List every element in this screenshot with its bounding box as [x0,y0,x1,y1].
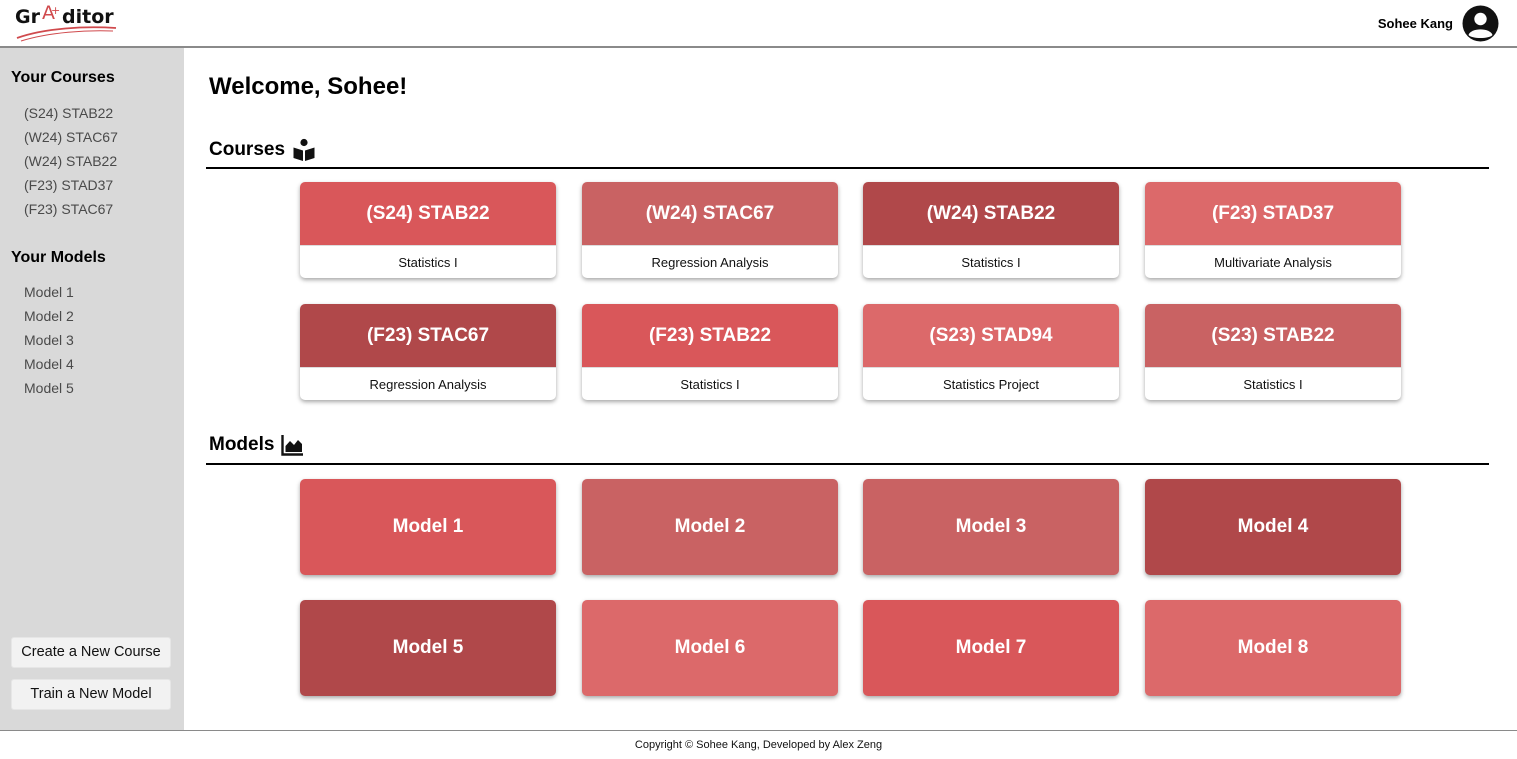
sidebar-course-list: (S24) STAB22 (W24) STAC67 (W24) STAB22 (… [24,101,118,221]
sidebar: Your Courses (S24) STAB22 (W24) STAC67 (… [0,48,184,730]
course-card[interactable]: (W24) STAB22 Statistics I [863,182,1119,278]
train-model-button[interactable]: Train a New Model [11,679,171,710]
graditor-logo[interactable]: Gr A + ditor [15,2,119,44]
user-circle-icon[interactable] [1462,5,1499,42]
course-card-name: Statistics I [863,245,1119,278]
models-title-text: Models [209,434,275,455]
copyright-text: Copyright © Sohee Kang, Developed by Ale… [634,739,883,751]
reading-book-icon [293,138,315,161]
model-card[interactable]: Model 2 [582,479,838,575]
courses-section-title: Courses [209,138,316,162]
course-card-code: (S24) STAB22 [300,182,556,245]
model-card[interactable]: Model 5 [300,600,556,696]
sidebar-item-course[interactable]: (F23) STAD37 [24,173,118,197]
main-content: Welcome, Sohee! Courses (S24) STAB22 Sta… [184,48,1517,730]
user-name: Sohee Kang [1377,15,1453,31]
course-card-code: (S23) STAD94 [863,304,1119,367]
course-card-name: Statistics I [1145,367,1401,400]
svg-text:+: + [51,4,60,17]
sidebar-item-model[interactable]: Model 3 [24,328,74,352]
sidebar-model-list: Model 1 Model 2 Model 3 Model 4 Model 5 [24,280,74,400]
course-card[interactable]: (W24) STAC67 Regression Analysis [582,182,838,278]
svg-text:Gr: Gr [15,6,41,28]
course-card-name: Regression Analysis [582,245,838,278]
model-card[interactable]: Model 1 [300,479,556,575]
sidebar-item-model[interactable]: Model 1 [24,280,74,304]
sidebar-item-course[interactable]: (S24) STAB22 [24,101,118,125]
sidebar-item-course[interactable]: (W24) STAB22 [24,149,118,173]
course-card-code: (W24) STAB22 [863,182,1119,245]
course-card-name: Statistics Project [863,367,1119,400]
sidebar-item-course[interactable]: (W24) STAC67 [24,125,118,149]
course-card[interactable]: (F23) STAD37 Multivariate Analysis [1145,182,1401,278]
footer: Copyright © Sohee Kang, Developed by Ale… [0,730,1517,758]
svg-text:ditor: ditor [62,6,114,28]
model-card[interactable]: Model 6 [582,600,838,696]
logo-swoosh-icon: Gr A + ditor [15,2,117,42]
welcome-heading: Welcome, Sohee! [209,73,408,100]
courses-divider [206,167,1489,169]
app-header: Gr A + ditor Sohee Kang [0,0,1517,48]
create-course-button[interactable]: Create a New Course [11,637,171,668]
model-card[interactable]: Model 7 [863,600,1119,696]
your-models-heading: Your Models [11,249,106,266]
course-card-name: Regression Analysis [300,367,556,400]
course-card[interactable]: (F23) STAC67 Regression Analysis [300,304,556,400]
course-card[interactable]: (F23) STAB22 Statistics I [582,304,838,400]
model-card[interactable]: Model 4 [1145,479,1401,575]
course-card-code: (F23) STAC67 [300,304,556,367]
course-card[interactable]: (S24) STAB22 Statistics I [300,182,556,278]
sidebar-item-model[interactable]: Model 5 [24,376,74,400]
courses-title-text: Courses [209,139,286,160]
course-card-code: (F23) STAB22 [582,304,838,367]
course-card-code: (F23) STAD37 [1145,182,1401,245]
course-card-name: Statistics I [582,367,838,400]
your-courses-heading: Your Courses [11,69,115,86]
course-card[interactable]: (S23) STAB22 Statistics I [1145,304,1401,400]
model-card[interactable]: Model 3 [863,479,1119,575]
model-card[interactable]: Model 8 [1145,600,1401,696]
sidebar-item-model[interactable]: Model 2 [24,304,74,328]
course-card-code: (W24) STAC67 [582,182,838,245]
models-divider [206,463,1489,465]
course-card-name: Multivariate Analysis [1145,245,1401,278]
user-menu[interactable]: Sohee Kang [1378,4,1499,42]
sidebar-item-course[interactable]: (F23) STAC67 [24,197,118,221]
course-card-code: (S23) STAB22 [1145,304,1401,367]
sidebar-item-model[interactable]: Model 4 [24,352,74,376]
area-chart-icon [281,435,304,456]
models-section-title: Models [209,434,304,456]
course-card[interactable]: (S23) STAD94 Statistics Project [863,304,1119,400]
course-card-name: Statistics I [300,245,556,278]
